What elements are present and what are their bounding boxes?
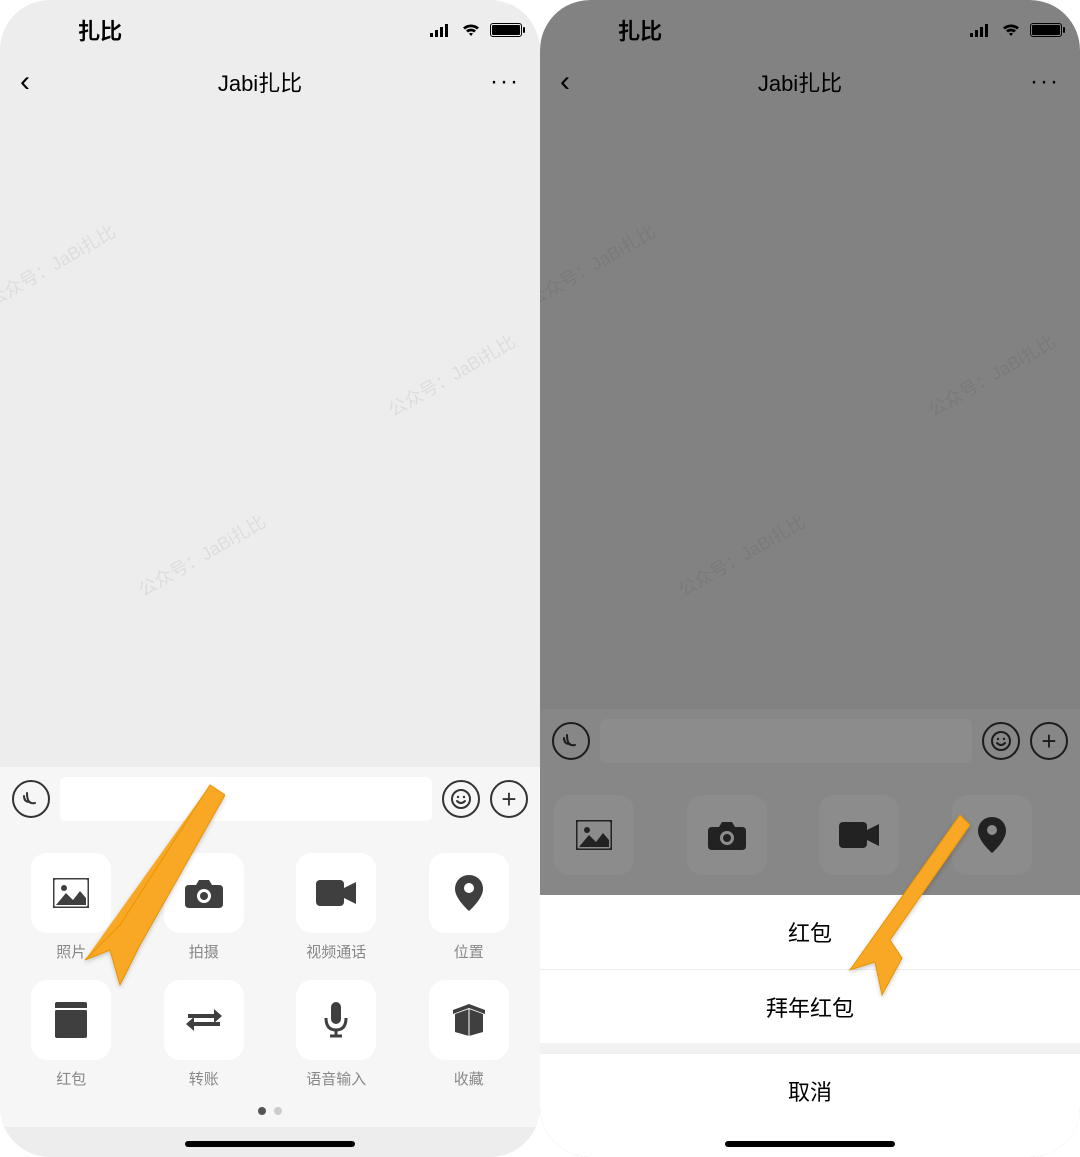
emoji-button[interactable] (442, 780, 480, 818)
pointer-arrow (75, 780, 225, 990)
redpacket-icon (55, 1002, 87, 1038)
attach-video[interactable]: 视频通话 (279, 853, 394, 962)
pointer-arrow (840, 810, 970, 1000)
video-icon (316, 880, 356, 906)
back-button[interactable]: ‹ (20, 65, 30, 99)
attach-label: 视频通话 (306, 941, 366, 962)
nav-bar: ‹ Jabi扎比 ··· (0, 52, 540, 112)
attach-label: 语音输入 (306, 1068, 366, 1089)
favorite-icon (451, 1004, 487, 1036)
attach-label: 转账 (189, 1068, 219, 1089)
phone-left: 扎比 ‹ Jabi扎比 ··· 公众号：JaBi扎比 公众号：JaBi扎比 公众… (0, 0, 540, 1157)
sheet-newyear-redpacket[interactable]: 拜年红包 (540, 969, 1080, 1043)
status-bar: 扎比 (0, 0, 540, 52)
chat-body: 公众号：JaBi扎比 公众号：JaBi扎比 公众号：JaBi扎比 (0, 112, 540, 767)
attach-redpacket[interactable]: 红包 (14, 980, 129, 1089)
sheet-separator (540, 1043, 1080, 1053)
page-dot-active (258, 1107, 266, 1115)
watermark: 公众号：JaBi扎比 (383, 328, 520, 422)
page-indicator (14, 1107, 526, 1115)
attach-transfer[interactable]: 转账 (147, 980, 262, 1089)
carrier-label: 扎比 (78, 14, 122, 46)
sheet-redpacket[interactable]: 红包 (540, 895, 1080, 969)
action-sheet: 红包 拜年红包 取消 (540, 895, 1080, 1157)
home-indicator (725, 1141, 895, 1147)
watermark: 公众号：JaBi扎比 (0, 218, 120, 312)
phone-right: 扎比 ‹ Jabi扎比 ··· 公众号：JaBi扎比 公众号：JaBi扎比 公众… (540, 0, 1080, 1157)
plus-button[interactable]: + (490, 780, 528, 818)
attach-favorite[interactable]: 收藏 (412, 980, 527, 1089)
mic-icon (324, 1002, 348, 1038)
attach-label: 收藏 (454, 1068, 484, 1089)
transfer-icon (186, 1007, 222, 1033)
attach-label: 位置 (454, 941, 484, 962)
wifi-icon (460, 22, 482, 38)
location-icon (455, 875, 483, 911)
watermark: 公众号：JaBi扎比 (133, 508, 270, 602)
attach-label: 红包 (56, 1068, 86, 1089)
attach-voice-input[interactable]: 语音输入 (279, 980, 394, 1089)
attach-location[interactable]: 位置 (412, 853, 527, 962)
chat-title: Jabi扎比 (30, 66, 490, 98)
more-button[interactable]: ··· (490, 68, 520, 96)
home-indicator (185, 1141, 355, 1147)
sheet-cancel[interactable]: 取消 (540, 1053, 1080, 1127)
page-dot (274, 1107, 282, 1115)
voice-button[interactable] (12, 780, 50, 818)
status-icons (430, 22, 522, 38)
signal-icon (430, 23, 452, 37)
battery-icon (490, 23, 522, 37)
